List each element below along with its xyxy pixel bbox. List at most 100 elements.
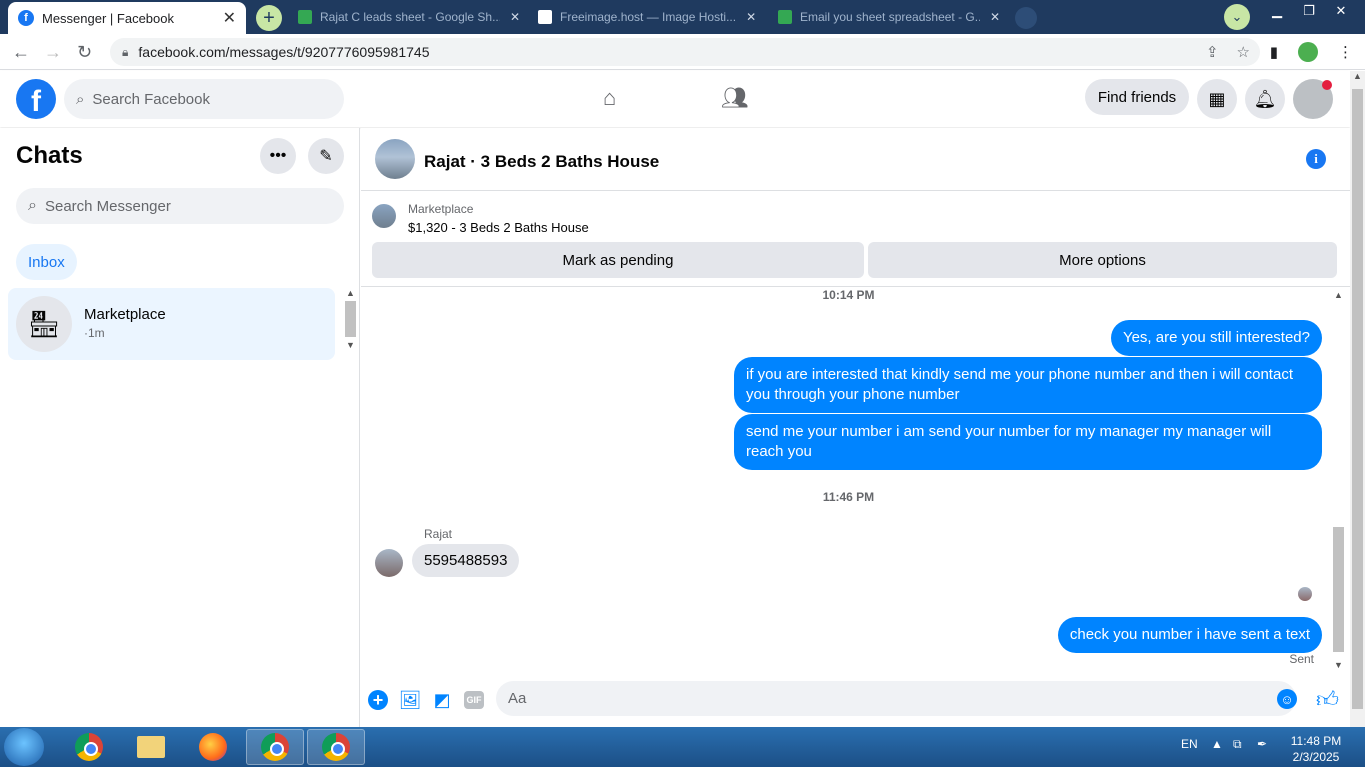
close-tab-icon[interactable]: ✕ [990,10,1000,24]
listing-price[interactable]: $1,320 - 3 Beds 2 Baths House [408,220,589,235]
taskbar-chrome[interactable] [60,729,118,765]
home-icon[interactable]: ⌂ [603,85,616,111]
maximize-icon[interactable]: ❐ [1293,2,1325,20]
tray-expand-icon[interactable]: ▲ [1211,737,1223,751]
facebook-favicon-icon: f [18,10,34,26]
system-clock[interactable]: 11:48 PM 2/3/2025 [1280,733,1352,765]
bookmark-star-icon[interactable]: ☆ [1237,43,1250,61]
side-panel-icon[interactable]: ▮ [1270,43,1278,61]
tab-sheet-email[interactable]: Email you sheet spreadsheet - G... ✕ [778,6,1000,28]
tab-title: Email you sheet spreadsheet - G... [800,10,980,24]
scroll-down-icon[interactable]: ▼ [343,340,358,350]
network-icon[interactable]: ⧉ [1233,737,1242,752]
account-avatar[interactable] [1293,79,1333,119]
search-icon: ⌕ [76,90,85,108]
scroll-up-icon[interactable]: ▲ [1331,290,1346,302]
friends-icon[interactable]: 👥︎ [721,85,749,111]
tab-messenger[interactable]: f Messenger | Facebook ✕ [8,2,246,34]
new-message-icon[interactable]: ✎ [308,138,344,174]
close-tab-icon[interactable]: ✕ [223,8,236,28]
language-indicator[interactable]: EN [1181,737,1198,751]
close-window-icon[interactable]: ✕ [1325,2,1357,20]
scroll-up-icon[interactable]: ▲ [343,288,358,298]
facebook-logo-icon[interactable]: f [16,79,56,119]
close-tab-icon[interactable]: ✕ [510,10,520,24]
clock-date: 2/3/2025 [1292,750,1340,764]
gif-icon[interactable]: GIF [464,691,484,709]
messenger-search-input[interactable]: ⌕ Search Messenger [16,188,344,224]
back-arrow-icon[interactable]: ← [12,42,30,63]
mark-as-pending-button[interactable]: Mark as pending [372,242,864,278]
message-input[interactable] [496,681,1296,716]
outgoing-message[interactable]: check you number i have sent a text [1057,617,1322,653]
listing-avatar[interactable] [375,139,415,179]
reload-icon[interactable]: ↻ [77,42,92,63]
tab-title: Rajat C leads sheet - Google Sh... [320,10,500,24]
incoming-message[interactable]: 5595488593 [412,544,520,577]
scroll-thumb[interactable] [345,301,356,337]
plus-icon[interactable]: + [368,690,388,710]
tab-freeimage[interactable]: Freeimage.host — Image Hosti... ✕ [538,6,756,28]
profile-avatar-icon[interactable] [1298,42,1318,62]
page-icon [538,10,552,24]
more-options-button[interactable]: More options [868,242,1337,278]
inbox-tab[interactable]: Inbox [16,244,77,280]
attach-image-icon[interactable]: 🖼︎ [399,689,422,711]
folder-icon [137,736,165,758]
browser-tab-bar: f Messenger | Facebook ✕ + Rajat C leads… [0,0,1365,34]
facebook-search-input[interactable]: ⌕ Search Facebook [64,79,344,119]
search-placeholder: Search Facebook [92,90,210,108]
listing-thumbnail[interactable] [372,204,396,228]
taskbar-explorer[interactable] [122,729,180,765]
sticker-icon[interactable]: ◩ [431,689,453,711]
info-icon[interactable]: i [1306,149,1326,169]
outgoing-message[interactable]: send me your number i am send your numbe… [734,414,1322,470]
minimize-icon[interactable]: ▁ [1261,2,1293,20]
close-tab-icon[interactable]: ✕ [746,10,756,24]
message-timestamp: 10:14 PM [822,288,875,302]
taskbar-chrome-window[interactable] [246,729,304,765]
sidebar-scrollbar[interactable]: ▲ ▼ [343,288,358,358]
forward-arrow-icon[interactable]: → [44,42,62,63]
more-options-icon[interactable]: ••• [260,138,296,174]
marketplace-label: Marketplace [408,202,474,216]
scroll-thumb[interactable] [1333,527,1344,652]
sheets-icon [778,10,792,24]
tab-sheets[interactable]: Rajat C leads sheet - Google Sh... ✕ [298,6,520,28]
like-thumb-icon[interactable]: 👍︎ [1316,686,1339,713]
emoji-icon[interactable]: ☺ [1277,689,1297,709]
url-input[interactable]: 🔒︎ facebook.com/messages/t/9207776095981… [110,38,1260,66]
notifications-bell-icon[interactable]: 🔔︎ [1245,79,1285,119]
address-bar-row: ← → ↻ 🔒︎ facebook.com/messages/t/9207776… [0,34,1365,70]
conversation-panel: Rajat · 3 Beds 2 Baths House i Marketpla… [361,128,1350,727]
tab-group-icon[interactable] [1015,7,1037,29]
menu-grid-icon[interactable]: ▦ [1197,79,1237,119]
pen-icon[interactable]: ✒ [1257,737,1267,751]
tab-title: Freeimage.host — Image Hosti... [560,10,737,24]
firefox-icon [199,733,227,761]
outgoing-message[interactable]: if you are interested that kindly send m… [734,357,1322,413]
windows-taskbar: EN ▲ ⧉ ✒ 11:48 PM 2/3/2025 [0,727,1365,767]
share-icon[interactable]: ⇪ [1206,43,1219,61]
scroll-down-icon[interactable]: ▼ [1331,660,1346,670]
outgoing-message[interactable]: Yes, are you still interested? [1110,320,1322,356]
chrome-icon [261,733,289,761]
message-composer: + 🖼︎ ◩ GIF ☺ 👍︎ [361,677,1350,727]
marketplace-listing-box: Marketplace $1,320 - 3 Beds 2 Baths Hous… [361,192,1350,287]
conversation-item-marketplace[interactable]: 🏪︎ Marketplace ·1m [8,288,335,360]
taskbar-firefox[interactable] [184,729,242,765]
taskbar-chrome-window[interactable] [307,729,365,765]
messages-scrollbar[interactable]: ▲ ▼ [1331,290,1346,670]
start-button-icon[interactable] [4,728,44,766]
page-scrollbar[interactable]: ▲ [1350,71,1365,727]
new-tab-button[interactable]: + [256,5,282,31]
tab-search-chevron-icon[interactable]: ⌄ [1224,4,1250,30]
scroll-thumb[interactable] [1352,89,1363,709]
sender-avatar[interactable] [375,549,403,577]
lock-icon: 🔒︎ [122,44,129,59]
conversation-title[interactable]: Rajat · 3 Beds 2 Baths House [424,152,659,172]
sender-name: Rajat [424,527,453,541]
browser-menu-icon[interactable]: ⋮ [1338,43,1353,61]
scroll-up-icon[interactable]: ▲ [1350,71,1365,81]
find-friends-button[interactable]: Find friends [1085,79,1189,115]
